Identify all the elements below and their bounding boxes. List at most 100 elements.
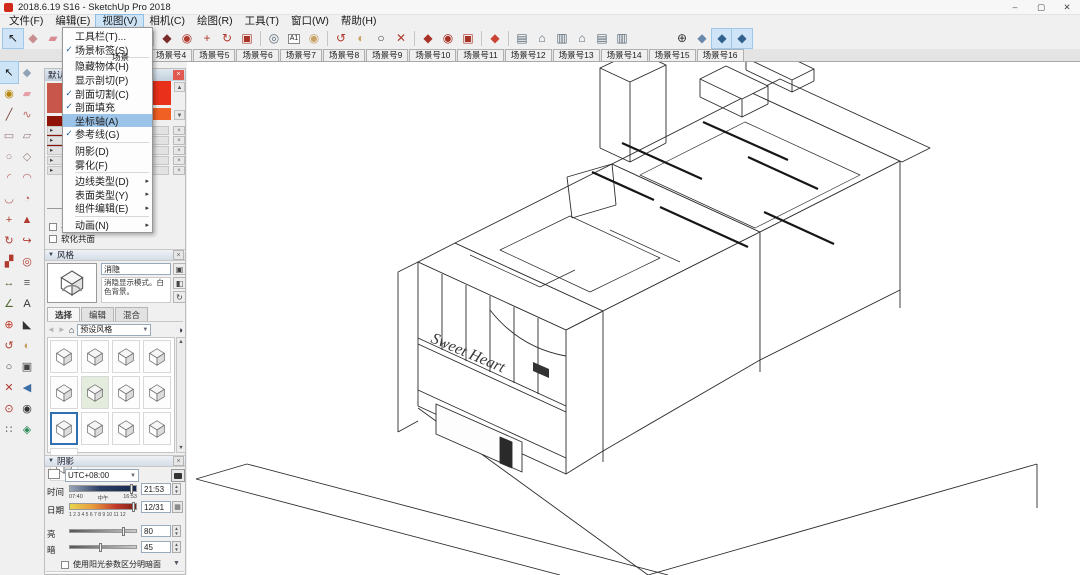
scene-tab-场景号11[interactable]: 场景号11 bbox=[457, 49, 504, 61]
section-close-icon[interactable]: × bbox=[173, 126, 185, 135]
style-hiddenline-icon[interactable]: ◉ bbox=[438, 29, 458, 48]
pan-icon[interactable]: ◐ bbox=[351, 29, 371, 48]
scene-tab-场景号4[interactable]: 场景号4 bbox=[150, 49, 193, 61]
paint-bucket-icon[interactable]: ◉ bbox=[304, 29, 324, 48]
text-tool-icon[interactable]: A1 bbox=[284, 29, 304, 48]
dark-spinner[interactable]: ▲ ▼ bbox=[172, 541, 181, 553]
component-gem-icon[interactable]: ◆ bbox=[485, 29, 505, 48]
style-thumbnail[interactable] bbox=[81, 376, 109, 409]
orbit-tool-icon[interactable]: ↺ bbox=[0, 335, 18, 356]
material-swatch[interactable] bbox=[47, 83, 63, 113]
checkbox-icon[interactable] bbox=[61, 560, 69, 569]
offset-tool-icon[interactable]: ◎ bbox=[18, 251, 36, 272]
section-close-icon[interactable]: × bbox=[173, 146, 185, 155]
rotate-tool-icon[interactable]: ↻ bbox=[0, 230, 18, 251]
section-cuts-icon[interactable]: ◆ bbox=[711, 28, 733, 49]
style-thumbnail[interactable] bbox=[50, 376, 78, 409]
orbit-icon[interactable]: ↺ bbox=[331, 29, 351, 48]
calendar-icon[interactable]: ▦ bbox=[172, 501, 183, 513]
zoom-extents-icon[interactable]: ✕ bbox=[391, 29, 411, 48]
styles-close-icon[interactable]: × bbox=[173, 250, 184, 260]
scene-tab-场景号7[interactable]: 场景号7 bbox=[279, 49, 322, 61]
style-wireframe-icon[interactable]: ◆ bbox=[418, 29, 438, 48]
styles-tab-混合[interactable]: 混合 bbox=[115, 307, 149, 322]
light-slider[interactable] bbox=[69, 527, 137, 536]
menu-窗口(W)[interactable]: 窗口(W) bbox=[285, 15, 335, 28]
view-left-icon[interactable]: ▤ bbox=[592, 29, 612, 48]
style-thumbnail[interactable] bbox=[143, 412, 171, 445]
style-thumbnail[interactable] bbox=[50, 412, 78, 445]
section-close-icon[interactable]: × bbox=[173, 166, 185, 175]
scene-tab-partial[interactable]: 场景 bbox=[112, 51, 129, 63]
menu-帮助(H)[interactable]: 帮助(H) bbox=[335, 15, 383, 28]
update-style-icon[interactable]: ◧ bbox=[173, 277, 186, 289]
tape-measure-tool-icon[interactable]: ↔ bbox=[0, 272, 18, 293]
zoom-extents-tool-icon[interactable]: ✕ bbox=[0, 377, 18, 398]
close-button[interactable]: ✕ bbox=[1054, 1, 1080, 14]
scroll-up-icon[interactable]: ▲ bbox=[177, 339, 185, 345]
style-thumbnail[interactable] bbox=[112, 412, 140, 445]
tray-close-icon[interactable]: × bbox=[173, 70, 184, 80]
make-component-icon[interactable]: ◆ bbox=[23, 29, 43, 48]
scroll-down-icon[interactable]: ▼ bbox=[174, 110, 185, 120]
time-slider[interactable] bbox=[69, 484, 137, 494]
eraser-icon[interactable]: ▰ bbox=[43, 29, 63, 48]
scene-tab-场景号15[interactable]: 场景号15 bbox=[648, 49, 696, 61]
view-iso-icon[interactable]: ▤ bbox=[512, 29, 532, 48]
display-shadows-icon[interactable] bbox=[171, 469, 185, 482]
time-spinner[interactable]: ▲ ▼ bbox=[172, 483, 181, 495]
axes-toggle-icon[interactable]: ⊕ bbox=[672, 29, 692, 48]
3d-text-tool-icon[interactable]: ◣ bbox=[18, 314, 36, 335]
refresh-style-icon[interactable]: ↻ bbox=[173, 291, 186, 303]
two-point-arc-tool-icon[interactable]: ◠ bbox=[18, 167, 36, 188]
text-tool-icon[interactable]: A bbox=[18, 293, 36, 314]
menu-item-shadows[interactable]: 阴影(D) bbox=[63, 144, 152, 158]
styles-scrollbar[interactable]: ▲ ▼ bbox=[176, 337, 186, 453]
menu-item-scene-tabs[interactable]: ✓ 场景标签(S) bbox=[63, 43, 152, 57]
menu-item-animation[interactable]: 动画(N) ▸ bbox=[63, 218, 152, 232]
menu-item-component-edit[interactable]: 组件编辑(E) ▸ bbox=[63, 201, 152, 215]
preset-styles-dropdown[interactable]: 预设风格 ▼ bbox=[77, 323, 152, 336]
menu-item-section-cuts[interactable]: ✓ 剖面切割(C) bbox=[63, 86, 152, 101]
menu-item-edge-style[interactable]: 边线类型(D) ▸ bbox=[63, 174, 152, 188]
expand-chevron-icon[interactable]: ▼ bbox=[173, 560, 180, 567]
menu-文件(F)[interactable]: 文件(F) bbox=[3, 15, 49, 28]
section-plane-tool-icon[interactable]: ◈ bbox=[18, 419, 36, 440]
walk-tool-icon[interactable]: ∷ bbox=[0, 419, 18, 440]
menu-item-axes[interactable]: 坐标轴(A) bbox=[63, 113, 152, 128]
menu-item-fog[interactable]: 雾化(F) bbox=[63, 157, 152, 172]
paint-bucket-tool-icon[interactable]: ◉ bbox=[0, 83, 18, 104]
style-thumbnail[interactable] bbox=[143, 376, 171, 409]
style-thumbnail[interactable] bbox=[50, 340, 78, 373]
style-thumbnail[interactable] bbox=[81, 340, 109, 373]
section-close-icon[interactable]: × bbox=[173, 136, 185, 145]
checkbox-icon[interactable] bbox=[49, 223, 57, 231]
view-right-icon[interactable]: ▥ bbox=[612, 29, 632, 48]
menu-item-section-fill[interactable]: ✓ 剖面填充 bbox=[63, 100, 152, 114]
move-tool-icon[interactable]: + bbox=[0, 209, 18, 230]
scroll-up-icon[interactable]: ▲ bbox=[174, 82, 185, 92]
view-top-icon[interactable]: ⌂ bbox=[532, 29, 552, 48]
position-camera-tool-icon[interactable]: ⊙ bbox=[0, 398, 18, 419]
view-front-icon[interactable]: ▥ bbox=[552, 29, 572, 48]
eraser-tool-icon[interactable]: ▰ bbox=[18, 83, 36, 104]
scene-tab-场景号5[interactable]: 场景号5 bbox=[193, 49, 236, 61]
use-sun-checkbox[interactable]: 使用阳光参数区分明暗面 bbox=[61, 559, 161, 570]
toggle-shadows-icon[interactable] bbox=[48, 469, 63, 482]
style-thumbnail[interactable] bbox=[112, 376, 140, 409]
menu-绘图(R)[interactable]: 绘图(R) bbox=[191, 15, 239, 28]
light-value-input[interactable]: 80 bbox=[141, 525, 171, 537]
scene-tab-场景号10[interactable]: 场景号10 bbox=[409, 49, 457, 61]
pie-tool-icon[interactable]: ◔ bbox=[18, 188, 36, 209]
shadows-close-icon[interactable]: × bbox=[173, 456, 184, 466]
rectangle-tool-icon[interactable]: ▭ bbox=[0, 125, 18, 146]
scene-tab-场景号13[interactable]: 场景号13 bbox=[552, 49, 600, 61]
zoom-icon[interactable]: ○ bbox=[371, 29, 391, 48]
model-viewport[interactable]: Sweet Heart bbox=[187, 62, 1080, 575]
light-spinner[interactable]: ▲ ▼ bbox=[172, 525, 181, 537]
view-back-icon[interactable]: ⌂ bbox=[572, 29, 592, 48]
menu-item-hidden-geometry[interactable]: 隐藏物体(H) bbox=[63, 59, 152, 73]
dark-value-input[interactable]: 45 bbox=[141, 541, 171, 553]
style-options-icon[interactable]: ◑ bbox=[178, 325, 183, 335]
protractor-tool-icon[interactable]: ∠ bbox=[0, 293, 18, 314]
